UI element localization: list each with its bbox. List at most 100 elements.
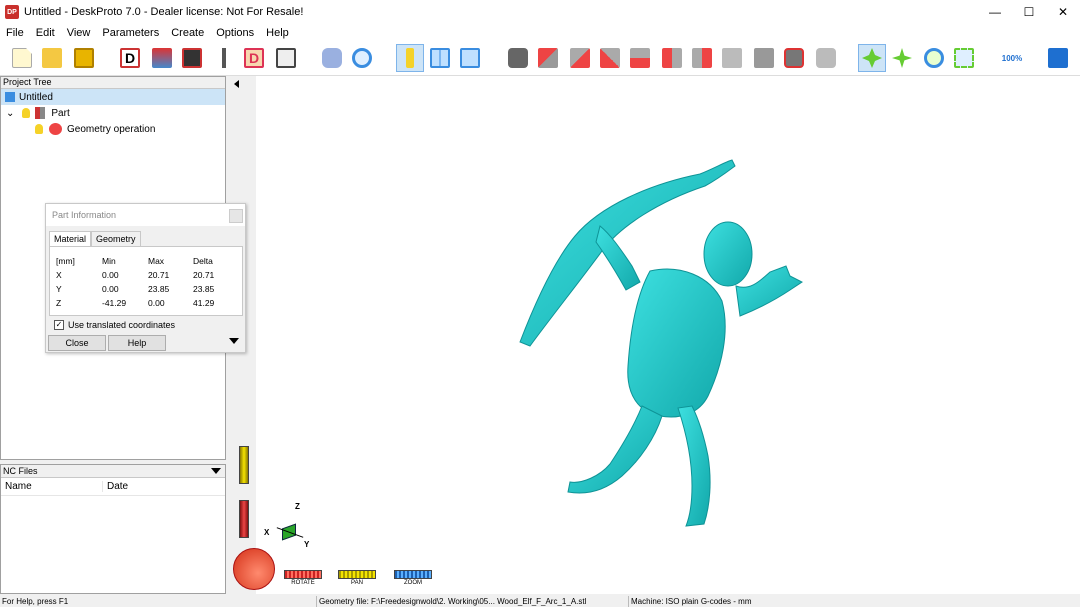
collapse-chevron-icon[interactable]: ⌄: [6, 108, 14, 119]
image-button[interactable]: [178, 44, 206, 72]
zoom-control[interactable]: ZOOM: [394, 570, 432, 588]
menu-help[interactable]: Help: [260, 24, 295, 42]
figure-icon: [152, 48, 172, 68]
nc-col-name[interactable]: Name: [1, 481, 103, 492]
zoom-slider-yellow[interactable]: [239, 446, 249, 484]
maximize-button[interactable]: ☐: [1012, 0, 1046, 24]
camera-button[interactable]: [504, 44, 532, 72]
window-title: Untitled - DeskProto 7.0 - Dealer licens…: [24, 6, 304, 18]
book-icon: [1048, 48, 1068, 68]
rotate-bar: [284, 570, 322, 579]
app-icon: DP: [5, 5, 19, 19]
magnifier-icon: [352, 48, 372, 68]
view-right-button[interactable]: [658, 44, 686, 72]
menu-edit[interactable]: Edit: [30, 24, 61, 42]
view-bottom-button[interactable]: [718, 44, 746, 72]
rotate-arrows-icon: [862, 48, 882, 68]
status-geometry-file: Geometry file: F:\Freedesignwold\2. Work…: [316, 596, 628, 607]
rotate-slider-red[interactable]: [239, 500, 249, 538]
close-dialog-button[interactable]: Close: [48, 335, 106, 351]
translated-coords-checkbox-row[interactable]: ✓ Use translated coordinates: [54, 320, 175, 330]
new-file-button[interactable]: [8, 44, 36, 72]
open-file-button[interactable]: [38, 44, 66, 72]
rotate-tool-button[interactable]: [858, 44, 886, 72]
axis-z-label: Z: [295, 502, 300, 511]
tool-button[interactable]: [210, 44, 238, 72]
cube-icon: [662, 48, 682, 68]
dialog-title: Part Information: [52, 210, 117, 220]
view-iso-button[interactable]: [534, 44, 562, 72]
minimize-button[interactable]: —: [978, 0, 1012, 24]
view-gray-button[interactable]: [750, 44, 778, 72]
translated-coords-checkbox[interactable]: ✓: [54, 320, 64, 330]
zoom-window-button[interactable]: [950, 44, 978, 72]
render-camera-icon: [784, 48, 804, 68]
translated-coords-label: Use translated coordinates: [68, 320, 176, 330]
menu-file[interactable]: File: [0, 24, 30, 42]
tree-item-untitled[interactable]: Untitled: [1, 89, 225, 105]
cube-icon: [600, 48, 620, 68]
part-d-icon: D: [120, 48, 140, 68]
view-top-button[interactable]: [688, 44, 716, 72]
view-left-button[interactable]: [626, 44, 654, 72]
row-min: 0.00: [102, 284, 119, 294]
rotate-control[interactable]: ROTATE: [284, 570, 322, 588]
layout-button[interactable]: [426, 44, 454, 72]
pan-arrows-icon: [892, 48, 912, 68]
render-camera-icon: [816, 48, 836, 68]
erase-button[interactable]: [318, 44, 346, 72]
part-info-button[interactable]: [396, 44, 424, 72]
render-settings-button[interactable]: [812, 44, 840, 72]
title-bar: DP Untitled - DeskProto 7.0 - Dealer lic…: [0, 0, 1080, 24]
cube-icon: [570, 48, 590, 68]
axis-x-label: X: [264, 528, 270, 537]
3d-viewport[interactable]: [230, 76, 1080, 594]
tool-icon: [214, 48, 234, 68]
preview-button[interactable]: [456, 44, 484, 72]
save-button[interactable]: [70, 44, 98, 72]
zoom-100-button[interactable]: 100%: [998, 44, 1026, 72]
load-part-button[interactable]: D: [116, 44, 144, 72]
collapse-left-arrow-icon[interactable]: [234, 80, 239, 88]
status-help: For Help, press F1: [2, 597, 69, 606]
zoom-in-button[interactable]: [920, 44, 948, 72]
pan-tool-button[interactable]: [888, 44, 916, 72]
rotate-label: ROTATE: [291, 580, 315, 586]
row-max: 0.00: [148, 298, 165, 308]
menu-options[interactable]: Options: [210, 24, 260, 42]
bulb-icon[interactable]: [35, 124, 43, 134]
close-button[interactable]: ✕: [1046, 0, 1080, 24]
inspect-button[interactable]: [348, 44, 376, 72]
cube-icon: [754, 48, 774, 68]
dropdown-arrow-icon[interactable]: [211, 468, 221, 474]
pan-control[interactable]: PAN: [338, 570, 376, 588]
rotate-dial[interactable]: [233, 548, 275, 590]
tab-geometry[interactable]: Geometry: [91, 231, 141, 246]
bulb-icon[interactable]: [22, 108, 31, 118]
zoom-bar: [394, 570, 432, 579]
operation-button[interactable]: [148, 44, 176, 72]
tab-material[interactable]: Material: [49, 231, 92, 246]
tree-item-part[interactable]: ⌄ Part: [1, 105, 70, 121]
nc-col-date[interactable]: Date: [103, 481, 128, 492]
row-axis: X: [56, 270, 62, 280]
dialog-close-icon[interactable]: [229, 209, 243, 223]
project-icon: [5, 92, 15, 102]
view-back-button[interactable]: [596, 44, 624, 72]
cube-icon: [630, 48, 650, 68]
export-button[interactable]: [272, 44, 300, 72]
model-canvas[interactable]: [230, 76, 1080, 594]
render-button[interactable]: [780, 44, 808, 72]
menu-parameters[interactable]: Parameters: [96, 24, 165, 42]
expand-arrow-icon[interactable]: [229, 338, 239, 344]
help-button[interactable]: Help: [108, 335, 166, 351]
pan-bar: [338, 570, 376, 579]
manual-button[interactable]: [1044, 44, 1072, 72]
zoom-window-icon: [954, 48, 974, 68]
drawing-button[interactable]: D: [240, 44, 268, 72]
info-icon: [406, 48, 414, 68]
tree-item-operation[interactable]: Geometry operation: [35, 121, 155, 137]
menu-create[interactable]: Create: [165, 24, 210, 42]
menu-view[interactable]: View: [61, 24, 97, 42]
view-front-button[interactable]: [566, 44, 594, 72]
